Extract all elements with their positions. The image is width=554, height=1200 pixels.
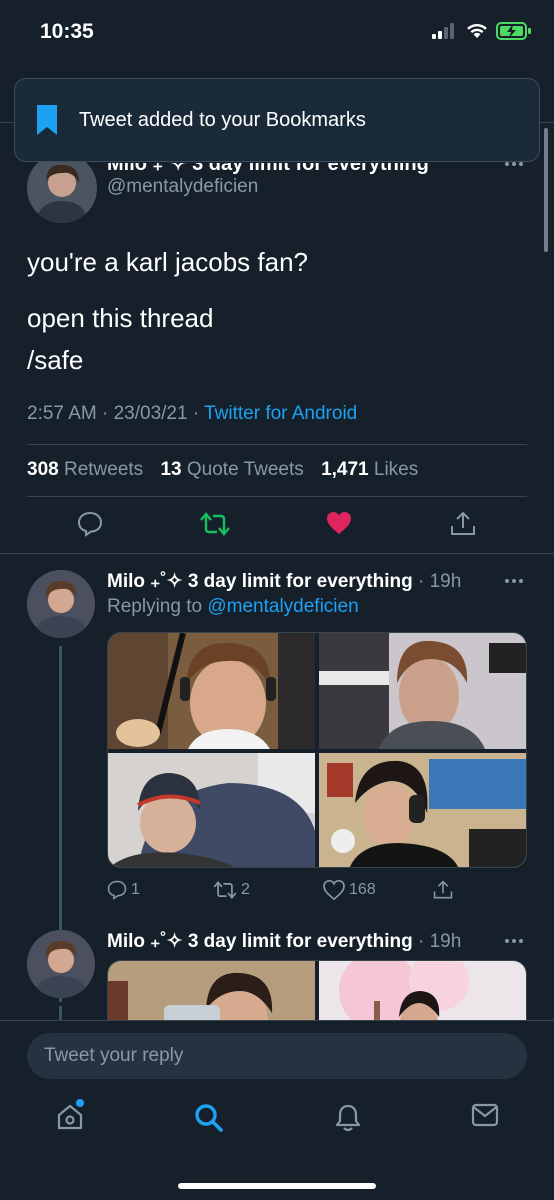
reply-action[interactable]: 1: [107, 880, 140, 900]
reply-count: 1: [131, 881, 140, 898]
tweet-source-link[interactable]: Twitter for Android: [204, 403, 357, 424]
media-photo[interactable]: [319, 753, 526, 867]
toast-text: Tweet added to your Bookmarks: [79, 108, 366, 131]
divider: [27, 444, 527, 445]
notifications-icon: [335, 1104, 361, 1132]
avatar[interactable]: [27, 153, 97, 223]
media-photo[interactable]: [108, 633, 315, 749]
scrollbar[interactable]: [544, 128, 548, 252]
tweet-text: you're a karl jacobs fan? open this thre…: [27, 241, 308, 391]
status-time: 10:35: [40, 20, 94, 43]
messages-icon: [471, 1103, 499, 1127]
tweet-line: open this thread: [27, 303, 214, 333]
more-icon[interactable]: [504, 938, 524, 944]
author-name[interactable]: Milo ₊˚✧ 3 day limit for everything: [107, 931, 413, 952]
divider: [27, 496, 527, 497]
author-handle[interactable]: @mentalydeficien: [107, 176, 258, 198]
reply-icon[interactable]: [77, 511, 103, 537]
tab-bar: [0, 1099, 554, 1143]
like-count: 168: [349, 881, 376, 898]
tab-home[interactable]: [56, 1099, 84, 1136]
reply-icon: [107, 880, 127, 900]
mention-link[interactable]: @mentalydeficien: [207, 596, 358, 617]
like-icon[interactable]: [326, 511, 352, 535]
retweets-label: Retweets: [63, 459, 144, 480]
replying-to: Replying to @mentalydeficien: [107, 596, 359, 618]
tweet-timestamp: 2:57 AM · 23/03/21 ·: [27, 403, 205, 424]
reply-time: · 19h: [418, 571, 462, 592]
search-icon: [195, 1104, 223, 1132]
divider: [0, 553, 554, 554]
wifi-icon: [467, 23, 487, 38]
reply-time: · 19h: [418, 931, 462, 952]
author-name[interactable]: Milo ₊˚✧ 3 day limit for everything: [107, 571, 413, 592]
replying-prefix: Replying to: [107, 596, 208, 617]
media-grid: [107, 632, 527, 868]
retweet-icon[interactable]: [200, 511, 230, 537]
status-icons: [432, 22, 532, 40]
like-icon: [323, 880, 345, 900]
tab-notifications[interactable]: [334, 1103, 362, 1138]
like-action[interactable]: 168: [323, 880, 376, 900]
tab-messages[interactable]: [471, 1103, 499, 1132]
avatar[interactable]: [27, 570, 95, 638]
notification-dot: [76, 1099, 84, 1107]
tab-search[interactable]: [194, 1103, 224, 1138]
retweet-action[interactable]: 2: [213, 880, 250, 900]
avatar[interactable]: [27, 930, 95, 998]
tweet-line: you're a karl jacobs fan?: [27, 247, 309, 277]
likes-count: 1,471: [321, 459, 369, 480]
home-icon: [57, 1104, 83, 1130]
bookmark-icon: [37, 105, 57, 135]
retweets-count: 308: [27, 459, 59, 480]
quotes-stat[interactable]: 13 Quote Tweets: [160, 459, 303, 480]
more-icon[interactable]: [504, 578, 524, 584]
tweet-line: /safe: [27, 345, 84, 375]
quotes-count: 13: [160, 459, 182, 480]
share-icon: [433, 880, 453, 899]
media-photo[interactable]: [108, 753, 315, 867]
status-bar: 10:35: [0, 0, 554, 68]
share-icon[interactable]: [450, 511, 476, 537]
likes-label: Likes: [373, 459, 419, 480]
bookmark-toast[interactable]: Tweet added to your Bookmarks: [14, 78, 540, 162]
retweet-count: 2: [241, 881, 250, 898]
reply-header: Milo ₊˚✧ 3 day limit for everything · 19…: [107, 570, 461, 593]
tweet-meta: 2:57 AM · 23/03/21 · Twitter for Android: [27, 403, 357, 425]
tweet-stats: 308 Retweets 13 Quote Tweets 1,471 Likes: [27, 459, 430, 481]
reply-input[interactable]: Tweet your reply: [27, 1033, 527, 1079]
reply-header: Milo ₊˚✧ 3 day limit for everything · 19…: [107, 930, 461, 953]
signal-icon: [432, 23, 454, 39]
likes-stat[interactable]: 1,471 Likes: [321, 459, 418, 480]
bottom-bar: Tweet your reply: [0, 1020, 554, 1200]
home-indicator[interactable]: [178, 1183, 376, 1189]
retweet-icon: [213, 880, 237, 900]
share-action[interactable]: [433, 880, 453, 900]
battery-charging-icon: [496, 22, 531, 40]
tweet-actions: [0, 511, 554, 541]
reply-actions: 1 2 168: [107, 880, 527, 904]
quotes-label: Quote Tweets: [186, 459, 304, 480]
media-photo[interactable]: [319, 633, 526, 749]
retweets-stat[interactable]: 308 Retweets: [27, 459, 143, 480]
